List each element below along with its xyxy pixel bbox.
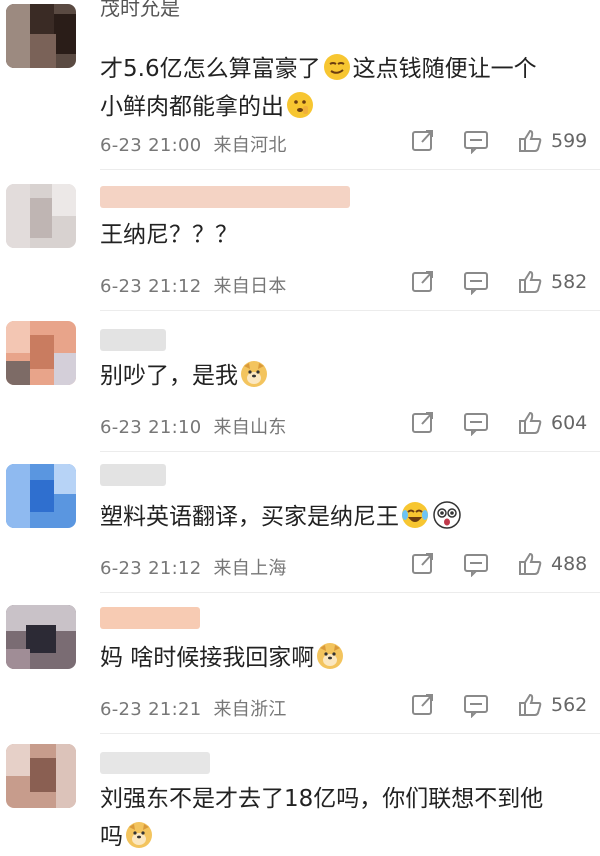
username-redacted[interactable] xyxy=(100,752,210,774)
comment-date: 6-23 21:00 xyxy=(100,135,202,156)
hush-emoji xyxy=(286,91,314,119)
comment-text: 妈 啥时候接我回家啊 xyxy=(100,639,580,677)
like-icon[interactable] xyxy=(517,551,543,577)
comment-text: 塑料英语翻译，买家是纳尼王 xyxy=(100,498,580,536)
comment-location: 来自日本 xyxy=(213,276,287,297)
avatar[interactable] xyxy=(6,184,76,248)
avatar[interactable] xyxy=(6,4,76,68)
comment-item: 别吵了，是我 6-23 21:10 来自山东 604 xyxy=(0,311,600,452)
like-count: 562 xyxy=(551,694,588,716)
comment-meta: 6-23 21:21 来自浙江 xyxy=(100,695,287,721)
share-icon[interactable] xyxy=(410,551,436,577)
comment-item: 茂时允是 才5.6亿怎么算富豪了 这点钱随便让一个 小鲜肉都能拿的出 6-23 2… xyxy=(0,0,600,170)
like-count: 599 xyxy=(551,130,588,152)
comment-location: 来自浙江 xyxy=(213,699,287,720)
doge-emoji xyxy=(125,821,153,849)
like-count: 488 xyxy=(551,553,588,575)
comment-icon[interactable] xyxy=(463,269,489,296)
like-icon[interactable] xyxy=(517,269,543,295)
comment-feed: 茂时允是 才5.6亿怎么算富豪了 这点钱随便让一个 小鲜肉都能拿的出 6-23 2… xyxy=(0,0,600,850)
like-icon[interactable] xyxy=(517,692,543,718)
like-icon[interactable] xyxy=(517,128,543,154)
comment-text: 别吵了，是我 xyxy=(100,357,580,395)
share-icon[interactable] xyxy=(410,128,436,154)
avatar[interactable] xyxy=(6,605,76,669)
like-count: 582 xyxy=(551,271,588,293)
comment-icon[interactable] xyxy=(463,692,489,719)
username-redacted[interactable] xyxy=(100,464,166,486)
comment-text: 刘强东不是才去了18亿吗，你们联想不到他 吗 xyxy=(100,786,544,850)
comment-location: 来自上海 xyxy=(213,558,287,579)
comment-date: 6-23 21:10 xyxy=(100,417,202,438)
comment-item: 王纳尼？？？ 6-23 21:12 来自日本 582 xyxy=(0,170,600,311)
doge-emoji xyxy=(240,360,268,388)
laugh-cry-emoji xyxy=(401,501,429,529)
username-redacted[interactable] xyxy=(100,329,166,351)
comment-meta: 6-23 21:12 来自日本 xyxy=(100,272,287,298)
username[interactable]: 茂时允是 xyxy=(100,0,180,21)
comment-icon[interactable] xyxy=(463,128,489,155)
comment-item: 妈 啥时候接我回家啊 6-23 21:21 来自浙江 562 xyxy=(0,593,600,734)
comment-location: 来自河北 xyxy=(213,135,287,156)
comment-location: 来自山东 xyxy=(213,417,287,438)
avatar[interactable] xyxy=(6,464,76,528)
comment-item: 塑料英语翻译，买家是纳尼王 6-23 21:12 来自上海 488 xyxy=(0,452,600,593)
comment-text: 王纳尼？？？ xyxy=(100,222,238,248)
comment-date: 6-23 21:12 xyxy=(100,558,202,579)
like-count: 604 xyxy=(551,412,588,434)
comment-date: 6-23 21:12 xyxy=(100,276,202,297)
avatar[interactable] xyxy=(6,744,76,808)
share-icon[interactable] xyxy=(410,269,436,295)
comment-meta: 6-23 21:10 来自山东 xyxy=(100,413,287,439)
username-redacted[interactable] xyxy=(100,186,350,208)
shocked-emoji xyxy=(433,501,461,529)
like-icon[interactable] xyxy=(517,410,543,436)
comment-date: 6-23 21:21 xyxy=(100,699,202,720)
comment-meta: 6-23 21:00 来自河北 xyxy=(100,131,287,157)
avatar[interactable] xyxy=(6,321,76,385)
share-icon[interactable] xyxy=(410,410,436,436)
comment-text: 才5.6亿怎么算富豪了 这点钱随便让一个 小鲜肉都能拿的出 xyxy=(100,50,580,126)
comment-meta: 6-23 21:12 来自上海 xyxy=(100,554,287,580)
smirk-emoji xyxy=(323,53,351,81)
doge-emoji xyxy=(316,642,344,670)
share-icon[interactable] xyxy=(410,692,436,718)
comment-icon[interactable] xyxy=(463,551,489,578)
username-redacted[interactable] xyxy=(100,607,200,629)
comment-item: 刘强东不是才去了18亿吗，你们联想不到他 吗 xyxy=(0,734,600,850)
comment-icon[interactable] xyxy=(463,410,489,437)
